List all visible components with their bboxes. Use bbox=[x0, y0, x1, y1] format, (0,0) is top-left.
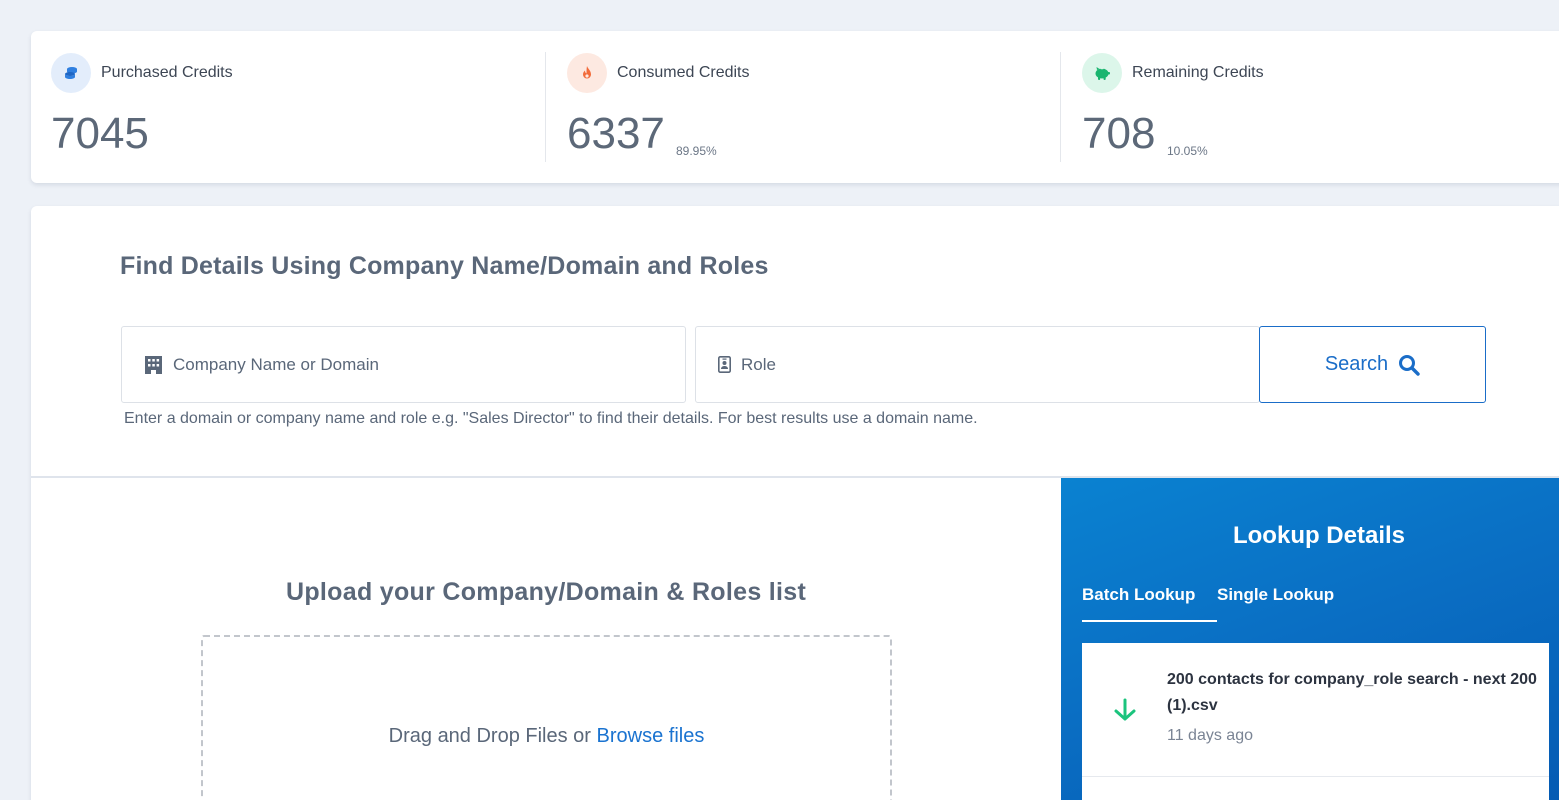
credits-summary-card: Purchased Credits 7045 Consumed Credits … bbox=[31, 31, 1559, 183]
company-domain-field[interactable] bbox=[121, 326, 686, 403]
search-button-label: Search bbox=[1324, 353, 1389, 375]
consumed-credits-value: 6337 bbox=[567, 109, 665, 158]
consumed-credits-stat: Consumed Credits 6337 89.95% bbox=[547, 31, 1062, 183]
consumed-credits-label: Consumed Credits bbox=[617, 64, 750, 81]
batch-filename: 200 contacts for company_role search - n… bbox=[1167, 671, 1537, 714]
find-details-title: Find Details Using Company Name/Domain a… bbox=[120, 252, 769, 280]
id-badge-icon bbox=[718, 356, 731, 373]
piggy-bank-icon bbox=[1082, 53, 1122, 93]
coins-icon bbox=[51, 53, 91, 93]
search-hint-text: Enter a domain or company name and role … bbox=[124, 410, 978, 427]
consumed-credits-percent: 89.95% bbox=[676, 144, 717, 158]
upload-title: Upload your Company/Domain & Roles list bbox=[286, 578, 807, 606]
building-icon bbox=[144, 355, 163, 374]
company-domain-input[interactable] bbox=[173, 354, 652, 375]
file-dropzone[interactable]: Drag and Drop Files or Browse files bbox=[201, 635, 892, 800]
tab-batch-lookup[interactable]: Batch Lookup bbox=[1082, 585, 1195, 605]
purchased-credits-value: 7045 bbox=[51, 109, 149, 158]
remaining-credits-value: 708 bbox=[1082, 109, 1156, 158]
purchased-credits-label: Purchased Credits bbox=[101, 64, 233, 81]
lookup-details-title: Lookup Details bbox=[1232, 522, 1406, 549]
download-arrow-icon[interactable] bbox=[1113, 698, 1137, 727]
tab-single-lookup[interactable]: Single Lookup bbox=[1217, 585, 1334, 605]
remaining-credits-label: Remaining Credits bbox=[1132, 64, 1264, 81]
active-tab-indicator bbox=[1082, 620, 1217, 622]
stat-divider bbox=[1060, 52, 1061, 162]
fire-icon bbox=[567, 53, 607, 93]
stat-divider bbox=[545, 52, 546, 162]
drag-drop-text: Drag and Drop Files or bbox=[388, 725, 597, 747]
purchased-credits-stat: Purchased Credits 7045 bbox=[31, 31, 546, 183]
list-item[interactable]: 200 contacts for company_role search - n… bbox=[1082, 643, 1549, 777]
search-icon bbox=[1399, 354, 1420, 376]
lookup-details-panel: Lookup Details Batch Lookup Single Looku… bbox=[1061, 478, 1559, 800]
remaining-credits-stat: Remaining Credits 708 10.05% bbox=[1062, 31, 1559, 183]
batch-timestamp: 11 days ago bbox=[1167, 727, 1253, 744]
remaining-credits-percent: 10.05% bbox=[1167, 144, 1208, 158]
lookup-main-card: Find Details Using Company Name/Domain a… bbox=[31, 206, 1559, 800]
role-field[interactable] bbox=[695, 326, 1260, 403]
dropzone-text: Drag and Drop Files or Browse files bbox=[203, 725, 890, 748]
search-button[interactable]: Search bbox=[1259, 326, 1486, 403]
role-input[interactable] bbox=[741, 354, 1220, 375]
list-item[interactable] bbox=[1082, 777, 1549, 800]
browse-files-link[interactable]: Browse files bbox=[597, 725, 705, 747]
